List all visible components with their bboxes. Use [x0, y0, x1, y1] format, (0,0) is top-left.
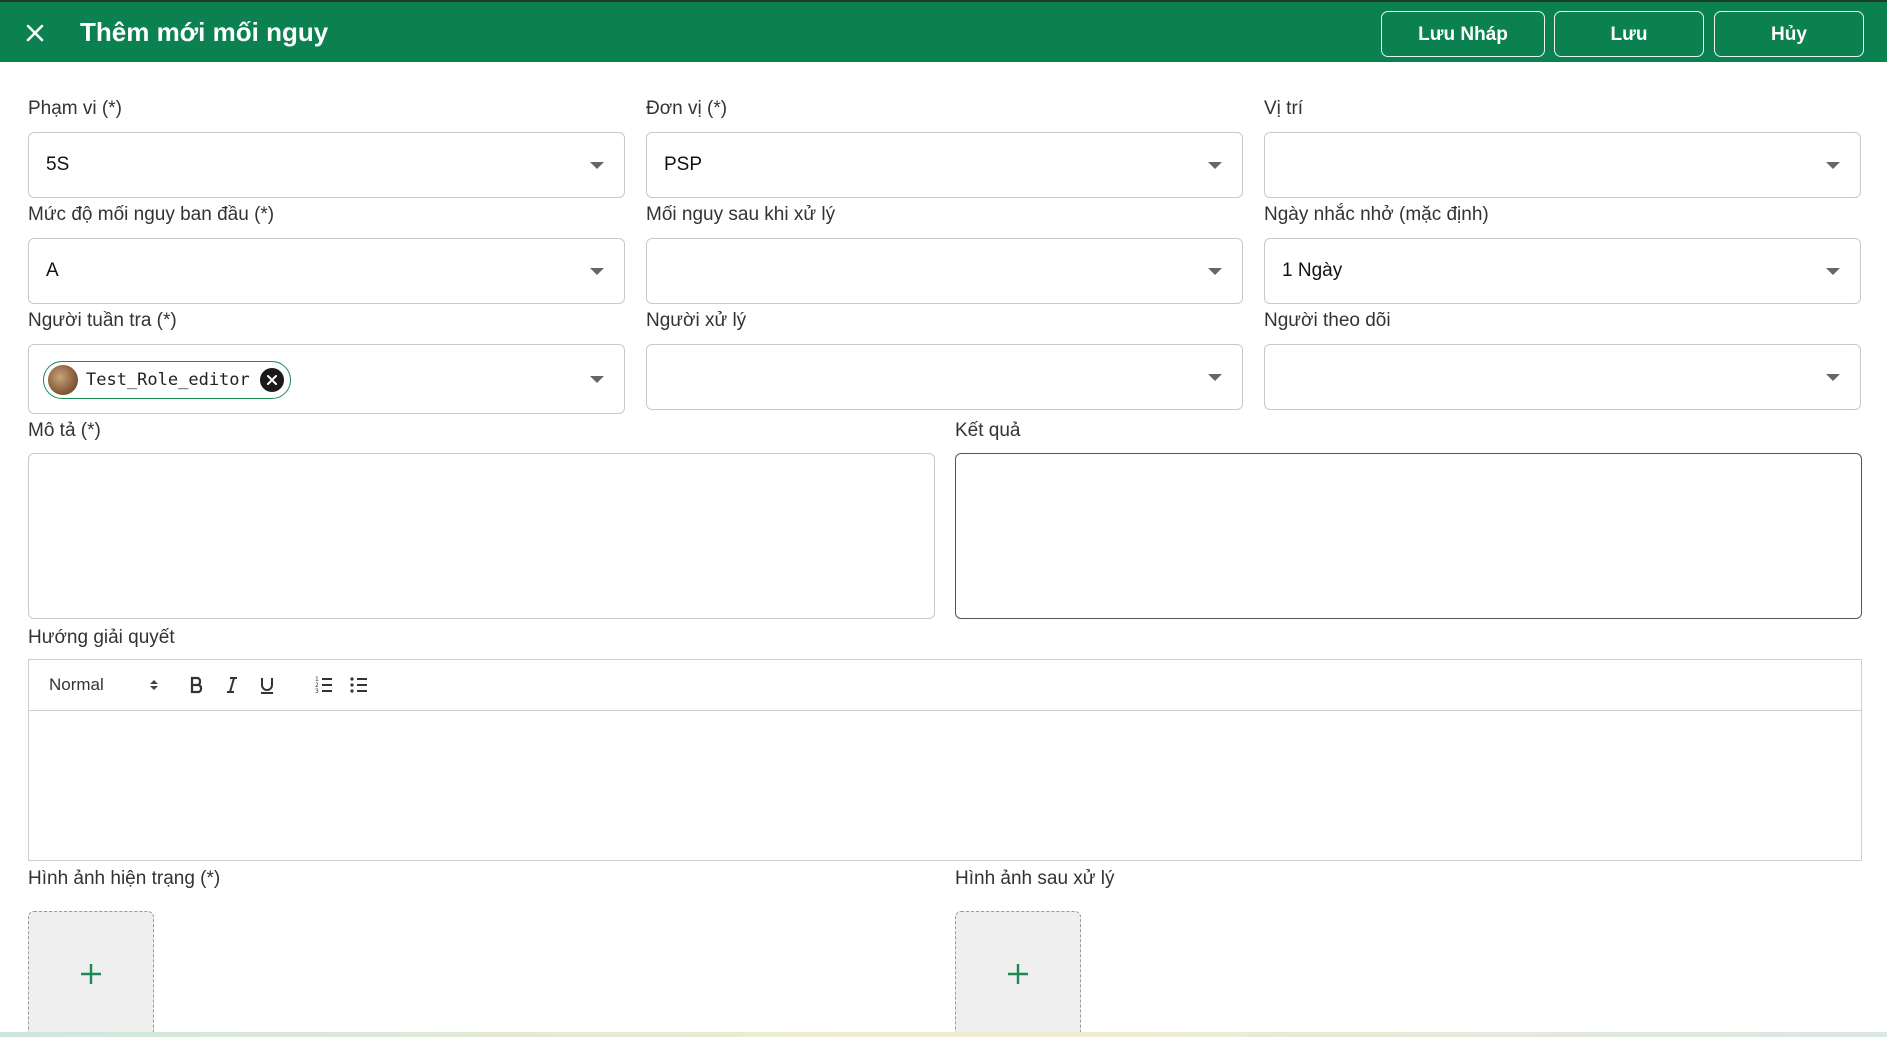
solution-label: Hướng giải quyết — [28, 627, 175, 648]
chevron-down-icon — [1826, 374, 1840, 381]
reminder-value: 1 Ngày — [1282, 260, 1343, 281]
reminder-label: Ngày nhắc nhở (mặc định) — [1264, 204, 1489, 225]
location-label: Vị trí — [1264, 98, 1304, 119]
initial-level-value: A — [46, 260, 59, 281]
underline-icon[interactable] — [254, 672, 280, 698]
solution-editor: Normal 123 — [28, 659, 1862, 861]
follower-select[interactable] — [1264, 344, 1861, 410]
chevron-down-icon — [1826, 162, 1840, 169]
save-button[interactable]: Lưu — [1554, 11, 1704, 57]
chevron-down-icon — [590, 162, 604, 169]
unit-label: Đơn vị (*) — [646, 98, 728, 119]
user-chip: Test_Role_editor — [43, 361, 291, 399]
cancel-button[interactable]: Hủy — [1714, 11, 1864, 57]
bold-icon[interactable] — [184, 672, 210, 698]
chevron-down-icon — [1208, 268, 1222, 275]
bottom-edge — [0, 1032, 1887, 1037]
chevron-down-icon — [1208, 162, 1222, 169]
image-current-label: Hình ảnh hiện trạng (*) — [28, 868, 221, 889]
description-textarea[interactable] — [28, 453, 935, 619]
result-textarea[interactable] — [955, 453, 1862, 619]
scope-select[interactable]: 5S — [28, 132, 625, 198]
chevron-down-icon — [1208, 374, 1222, 381]
initial-level-label: Mức độ mối nguy ban đầu (*) — [28, 204, 275, 225]
sort-arrows-icon — [150, 680, 158, 690]
description-label: Mô tả (*) — [28, 420, 101, 441]
editor-toolbar: Normal 123 — [29, 660, 1861, 711]
upload-after-button[interactable] — [955, 911, 1081, 1037]
chevron-down-icon — [590, 376, 604, 383]
patroller-select[interactable]: Test_Role_editor — [28, 344, 625, 414]
upload-current-button[interactable] — [28, 911, 154, 1037]
remove-chip-icon[interactable] — [259, 368, 284, 392]
follower-label: Người theo dõi — [1264, 310, 1391, 331]
plus-icon — [81, 964, 101, 984]
image-after-label: Hình ảnh sau xử lý — [955, 868, 1115, 889]
plus-icon — [1008, 964, 1028, 984]
bullet-list-icon[interactable] — [346, 672, 372, 698]
save-draft-button[interactable]: Lưu Nháp — [1381, 11, 1545, 57]
initial-level-select[interactable]: A — [28, 238, 625, 304]
handler-select[interactable] — [646, 344, 1243, 410]
close-icon[interactable] — [18, 16, 52, 50]
location-select[interactable] — [1264, 132, 1861, 198]
unit-select[interactable]: PSP — [646, 132, 1243, 198]
svg-text:3: 3 — [315, 688, 319, 695]
chevron-down-icon — [590, 268, 604, 275]
scope-label: Phạm vi (*) — [28, 98, 122, 119]
result-label: Kết quả — [955, 420, 1021, 441]
format-value: Normal — [49, 675, 104, 694]
avatar — [48, 365, 78, 395]
ordered-list-icon[interactable]: 123 — [311, 672, 337, 698]
after-level-select[interactable] — [646, 238, 1243, 304]
handler-label: Người xử lý — [646, 310, 747, 331]
unit-value: PSP — [664, 154, 703, 175]
top-bar: Thêm mới mối nguy Lưu Nháp Lưu Hủy — [0, 0, 1887, 62]
after-level-label: Mối nguy sau khi xử lý — [646, 204, 836, 225]
format-select[interactable]: Normal — [49, 672, 159, 698]
editor-body[interactable] — [29, 712, 1861, 860]
patroller-label: Người tuần tra (*) — [28, 310, 177, 331]
page-title: Thêm mới mối nguy — [80, 17, 329, 47]
reminder-select[interactable]: 1 Ngày — [1264, 238, 1861, 304]
scope-value: 5S — [46, 154, 70, 175]
user-chip-label: Test_Role_editor — [86, 370, 250, 390]
chevron-down-icon — [1826, 268, 1840, 275]
italic-icon[interactable] — [219, 672, 245, 698]
